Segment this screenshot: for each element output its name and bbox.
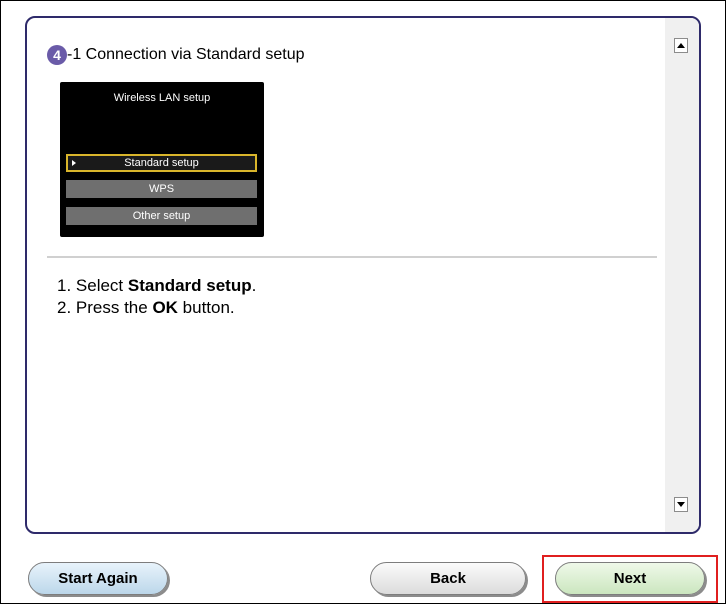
lcd-option-label: Other setup: [132, 210, 191, 222]
divider: [47, 256, 657, 258]
instruction-text: 2. Press the: [57, 298, 153, 317]
next-button[interactable]: Next: [555, 562, 705, 595]
back-button[interactable]: Back: [370, 562, 526, 595]
lcd-option-label: WPS: [148, 183, 175, 195]
scroll-up-icon[interactable]: [674, 38, 688, 53]
step-heading: 4 -1 Connection via Standard setup: [47, 44, 304, 66]
lcd-option-label: Standard setup: [124, 157, 199, 169]
instruction-list: 1. Select Standard setup. 2. Press the O…: [57, 275, 256, 319]
instruction-text: button.: [177, 298, 235, 317]
lcd-option-wps: WPS: [66, 180, 257, 198]
instruction-item: 1. Select Standard setup.: [57, 275, 256, 297]
lcd-title: Wireless LAN setup: [113, 92, 211, 104]
step-number-badge: 4: [47, 45, 67, 65]
scroll-down-icon[interactable]: [674, 497, 688, 512]
pointer-icon: [72, 160, 76, 166]
lcd-option-other-setup: Other setup: [66, 207, 257, 225]
instruction-text: .: [251, 276, 257, 295]
step-title: -1 Connection via Standard setup: [67, 46, 305, 63]
instruction-text: 1. Select: [57, 276, 128, 295]
lcd-option-standard-setup: Standard setup: [66, 154, 257, 172]
instruction-emphasis: OK: [152, 298, 178, 317]
content-panel: 4 -1 Connection via Standard setup Wirel…: [25, 16, 701, 534]
instruction-item: 2. Press the OK button.: [57, 297, 256, 319]
start-again-button[interactable]: Start Again: [28, 562, 168, 595]
printer-lcd-image: Wireless LAN setup Standard setup WPS Ot…: [60, 82, 264, 237]
vertical-scrollbar[interactable]: [665, 18, 699, 532]
instruction-emphasis: Standard setup: [127, 276, 252, 295]
